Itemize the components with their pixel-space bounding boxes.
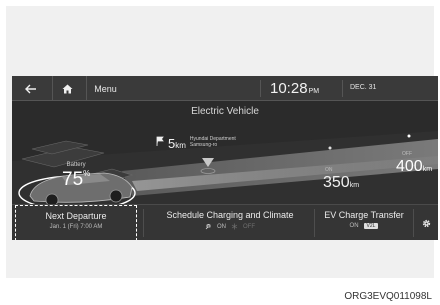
schedule-off-label: OFF: [243, 223, 255, 230]
clock-ampm: PM: [308, 88, 320, 95]
v2l-badge: V2L: [363, 223, 379, 229]
clock: 10:28PM: [270, 80, 319, 97]
battery-status: Battery 75%: [62, 162, 90, 191]
climate-icon: [231, 223, 238, 230]
back-button[interactable]: [16, 76, 46, 101]
range-max: OFF 400km: [396, 151, 433, 176]
date: DEC. 31: [350, 84, 377, 91]
range-max-unit: km: [422, 166, 433, 173]
destination-name-line2: Samsung-ro: [189, 142, 218, 148]
next-departure-time: Jan. 1 (Fri) 7:00 AM: [49, 224, 103, 230]
divider: [342, 80, 343, 97]
next-departure-button[interactable]: Next Departure Jan. 1 (Fri) 7:00 AM: [15, 205, 137, 240]
range-max-tag: OFF: [402, 151, 412, 157]
ev-transfer-state: ON: [349, 223, 359, 229]
back-arrow-icon: [25, 84, 36, 93]
ev-charge-transfer-title: EV Charge Transfer: [324, 210, 404, 220]
range-current-tag: ON: [325, 167, 333, 173]
top-bar: Menu 10:28PM DEC. 31: [12, 76, 438, 101]
settings-button[interactable]: [414, 205, 438, 240]
ev-screen: Menu 10:28PM DEC. 31 Electric Vehicle 5k…: [12, 76, 438, 240]
range-current-unit: km: [349, 182, 360, 189]
range-marker-on: [328, 146, 332, 150]
destination-name: Hyundai Department Samsung-ro: [190, 136, 236, 148]
next-departure-title: Next Departure: [45, 211, 107, 221]
range-current: ON 350km: [323, 167, 360, 192]
home-icon: [62, 84, 73, 93]
road-illustration: [12, 131, 438, 211]
schedule-status: ON OFF: [148, 223, 312, 230]
gear-icon: [422, 219, 430, 227]
menu-button[interactable]: Menu: [86, 76, 124, 101]
battery-unit: %: [83, 169, 91, 178]
home-button[interactable]: [52, 76, 82, 101]
divider: [314, 209, 315, 237]
destination-flag-icon: [156, 136, 164, 146]
clock-time: 10:28: [270, 80, 308, 97]
divider: [260, 80, 261, 97]
schedule-charging-title: Schedule Charging and Climate: [166, 210, 294, 220]
range-marker-off: [407, 134, 411, 138]
schedule-on-label: ON: [217, 223, 226, 230]
bottom-bar: Next Departure Jan. 1 (Fri) 7:00 AM Sche…: [12, 204, 438, 240]
divider: [143, 209, 144, 237]
ev-charge-transfer-button[interactable]: EV Charge Transfer ON V2L: [316, 205, 412, 240]
battery-label: Battery: [66, 162, 86, 168]
charging-plug-icon: [205, 224, 211, 230]
ev-transfer-status: ON V2L: [316, 223, 412, 229]
battery-value: 75: [62, 169, 84, 190]
destination-distance-unit: km: [175, 141, 186, 150]
image-code: ORG3EVQ011098L: [344, 291, 432, 302]
schedule-charging-button[interactable]: Schedule Charging and Climate ON OFF: [148, 205, 312, 240]
destination-distance: 5km: [168, 136, 186, 151]
range-current-value: 350: [323, 174, 350, 191]
range-max-value: 400: [396, 158, 423, 175]
destination: 5km Hyundai Department Samsung-ro: [156, 136, 236, 151]
